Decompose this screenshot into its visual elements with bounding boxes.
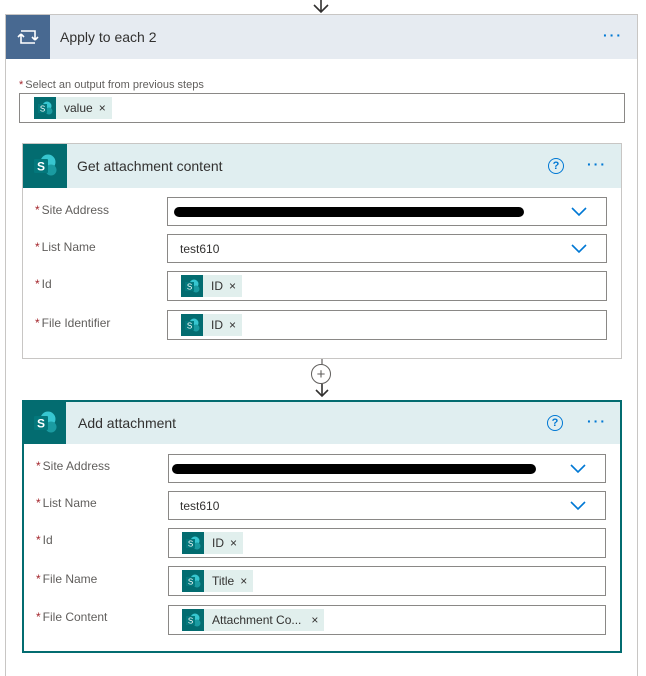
- file-name-label: * File Name: [36, 572, 98, 586]
- id-token-label: ID: [212, 536, 224, 550]
- site-address-label: * Site Address: [35, 203, 110, 217]
- redacted-site-address: [172, 464, 536, 474]
- remove-token-icon[interactable]: ×: [230, 536, 243, 550]
- card1-more-options-icon[interactable]: ···: [587, 156, 607, 172]
- file-name-field[interactable]: S Title ×: [168, 566, 606, 596]
- add-step-button[interactable]: +: [311, 364, 331, 384]
- id-label: * Id: [35, 277, 52, 291]
- sharepoint-icon: S: [182, 532, 204, 554]
- remove-token-icon[interactable]: ×: [229, 279, 242, 293]
- list-name-label: * List Name: [36, 496, 97, 510]
- svg-text:S: S: [40, 105, 45, 114]
- id-field[interactable]: S ID ×: [167, 271, 607, 301]
- site-address-field[interactable]: [168, 454, 606, 483]
- remove-token-icon[interactable]: ×: [99, 101, 112, 115]
- file-identifier-field[interactable]: S ID ×: [167, 310, 607, 340]
- sharepoint-icon: S: [182, 570, 204, 592]
- attachment-content-token-label: Attachment Co...: [212, 613, 302, 627]
- id-token[interactable]: S ID ×: [181, 275, 243, 297]
- file-content-label: * File Content: [36, 610, 108, 624]
- list-name-value: test610: [180, 242, 220, 256]
- site-address-field[interactable]: [167, 197, 607, 226]
- remove-token-icon[interactable]: ×: [240, 574, 253, 588]
- site-address-label: * Site Address: [36, 459, 111, 473]
- apply-to-each-title: Apply to each 2: [60, 29, 157, 45]
- svg-text:S: S: [188, 617, 193, 626]
- file-identifier-token[interactable]: S ID ×: [181, 314, 243, 336]
- sharepoint-icon: S: [23, 144, 67, 188]
- id-token-label: ID: [211, 279, 223, 293]
- value-token-label: value: [64, 101, 93, 115]
- sharepoint-icon: S: [34, 97, 56, 119]
- sharepoint-icon: S: [24, 402, 66, 444]
- file-identifier-token-label: ID: [211, 318, 223, 332]
- sharepoint-icon: S: [181, 275, 203, 297]
- value-token[interactable]: S value ×: [34, 97, 112, 119]
- redacted-site-address: [174, 207, 524, 217]
- card2-more-options-icon[interactable]: ···: [587, 413, 607, 429]
- id-label: * Id: [36, 533, 53, 547]
- remove-token-icon[interactable]: ×: [229, 318, 242, 332]
- id-token[interactable]: S ID ×: [182, 532, 244, 554]
- chevron-down-icon[interactable]: [570, 501, 586, 511]
- list-name-field[interactable]: test610: [168, 491, 606, 520]
- id-field[interactable]: S ID ×: [168, 528, 606, 558]
- sharepoint-icon: S: [181, 314, 203, 336]
- svg-text:S: S: [188, 540, 193, 549]
- file-identifier-label: * File Identifier: [35, 316, 111, 330]
- svg-text:S: S: [187, 283, 192, 292]
- chevron-down-icon[interactable]: [571, 244, 587, 254]
- attachment-content-token[interactable]: S Attachment Co... ×: [182, 609, 325, 631]
- file-content-field[interactable]: S Attachment Co... ×: [168, 605, 606, 635]
- select-output-label: * Select an output from previous steps: [19, 79, 204, 91]
- loop-more-options-icon[interactable]: ···: [603, 27, 623, 43]
- list-name-label: * List Name: [35, 240, 96, 254]
- help-icon[interactable]: ?: [547, 415, 563, 431]
- chevron-down-icon[interactable]: [570, 464, 586, 474]
- flow-arrow-down-icon: [313, 0, 329, 14]
- loop-icon: [6, 15, 50, 59]
- title-token[interactable]: S Title ×: [182, 570, 254, 592]
- help-icon[interactable]: ?: [548, 158, 564, 174]
- svg-text:S: S: [37, 160, 45, 174]
- svg-text:S: S: [188, 578, 193, 587]
- sharepoint-icon: S: [182, 609, 204, 631]
- list-name-field[interactable]: test610: [167, 234, 607, 263]
- list-name-value: test610: [180, 499, 220, 513]
- get-attachment-content-title: Get attachment content: [77, 158, 223, 174]
- remove-token-icon[interactable]: ×: [311, 613, 324, 627]
- chevron-down-icon[interactable]: [571, 207, 587, 217]
- add-attachment-title: Add attachment: [78, 415, 177, 431]
- title-token-label: Title: [212, 574, 235, 588]
- svg-text:S: S: [187, 322, 192, 331]
- svg-text:S: S: [37, 417, 45, 431]
- select-output-field[interactable]: S value ×: [19, 93, 625, 123]
